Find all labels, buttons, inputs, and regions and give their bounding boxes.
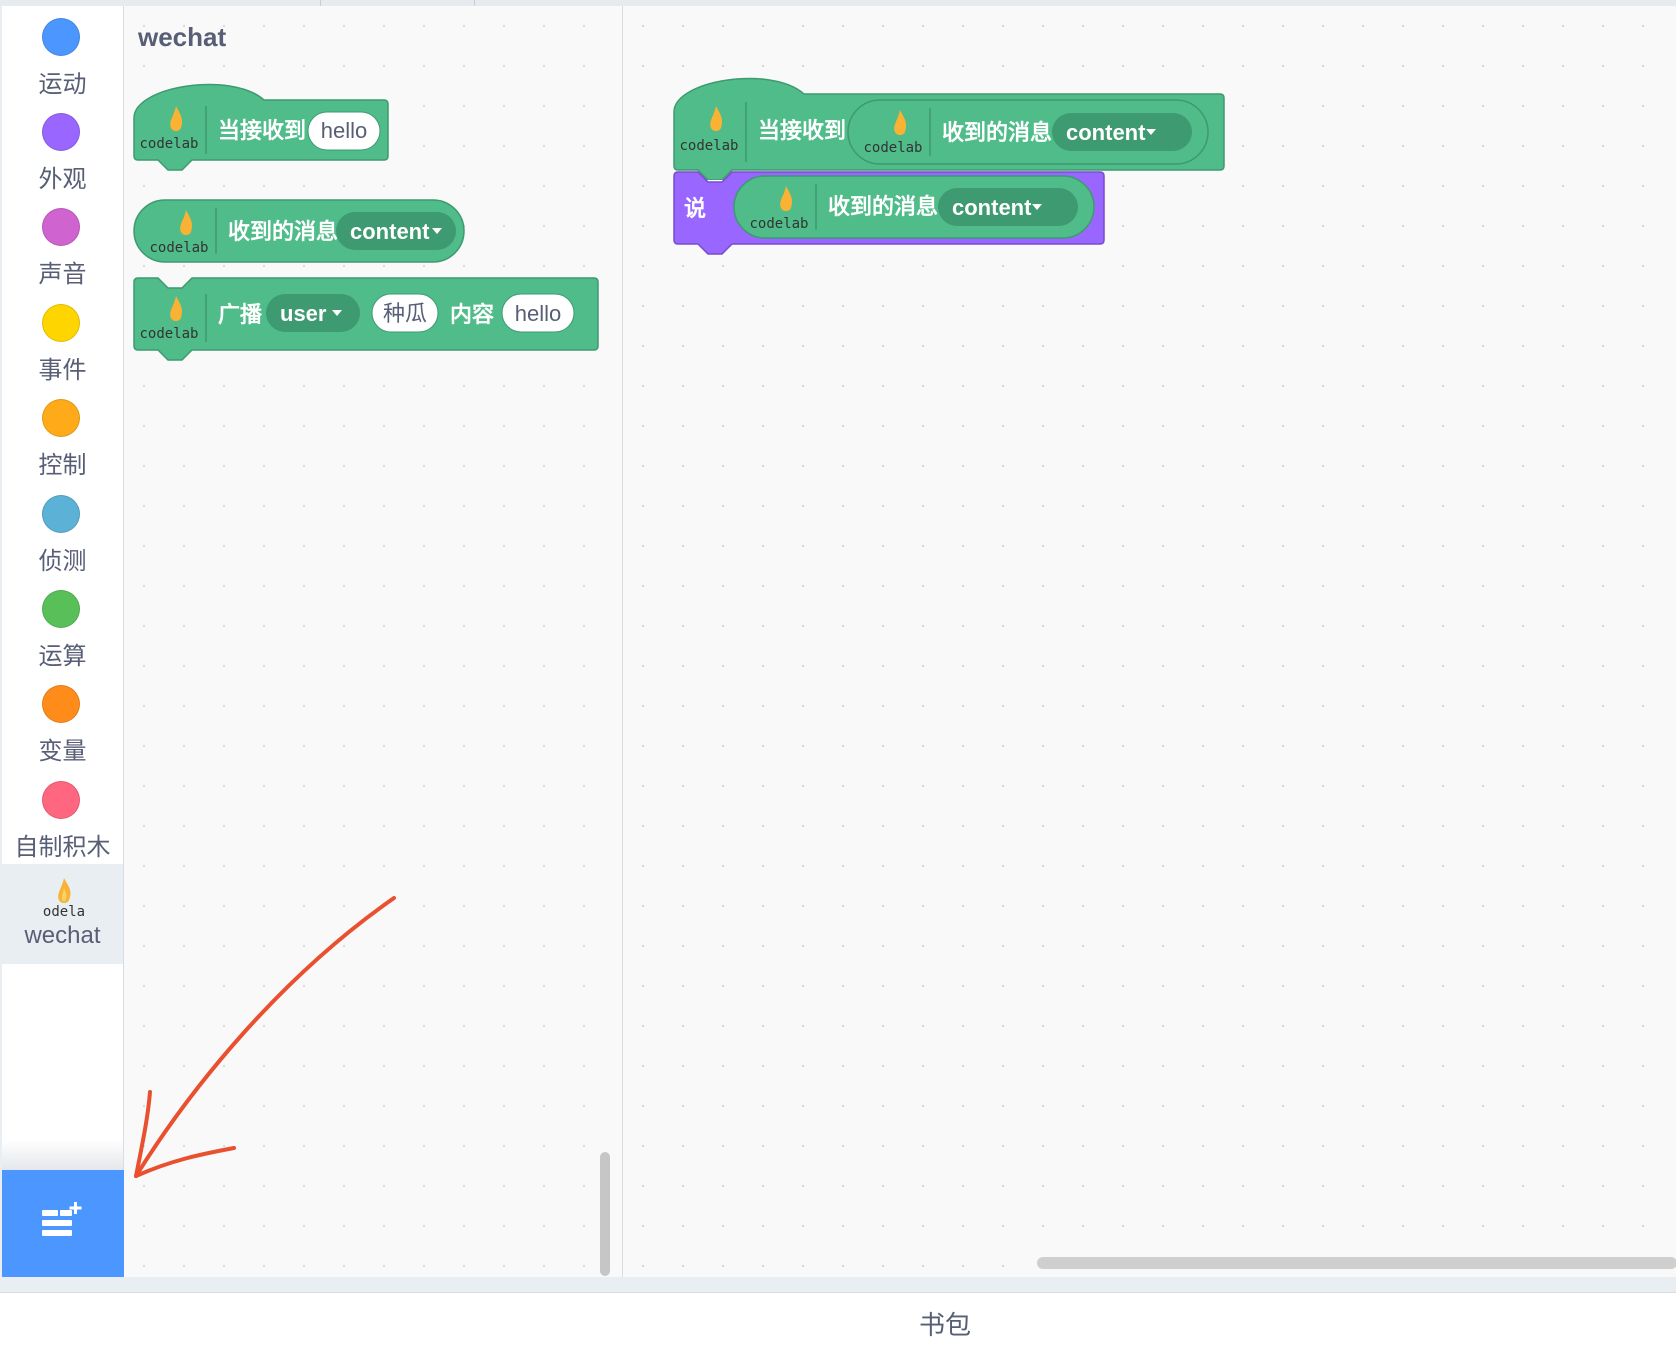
category-motion[interactable]: 运动 xyxy=(2,6,123,106)
sensing-dot-icon xyxy=(42,495,80,533)
block-palette: wechat codelab 当接收到 hello codelab 收到的消息 … xyxy=(124,6,624,1277)
backpack-label: 书包 xyxy=(918,1310,971,1340)
looks-dot-icon xyxy=(42,113,80,151)
variables-dot-icon xyxy=(42,685,80,723)
reporter-dropdown-value: content xyxy=(350,219,430,244)
sound-dot-icon xyxy=(42,208,80,246)
category-label: 声音 xyxy=(38,261,87,288)
annotation-arrow xyxy=(134,896,396,1178)
palette-hat-block[interactable]: codelab 当接收到 hello xyxy=(132,76,392,186)
category-label: 事件 xyxy=(38,357,87,384)
control-dot-icon xyxy=(42,399,80,437)
codelab-flame-icon: codelab xyxy=(42,878,86,920)
reporter-dropdown-value: content xyxy=(1066,120,1146,145)
codelab-logo-text: codelab xyxy=(863,140,922,156)
category-label: 侦测 xyxy=(38,548,87,575)
broadcast-dropdown-value: user xyxy=(280,301,327,326)
broadcast-input-2: hello xyxy=(515,301,561,326)
reporter-dropdown-value: content xyxy=(952,195,1032,220)
say-block-label: 说 xyxy=(684,196,706,221)
workspace-hat-block[interactable]: codelab 当接收到 codelab 收到的消息 content xyxy=(672,70,1232,180)
category-label: wechat xyxy=(24,922,101,949)
backpack-panel[interactable]: 书包 xyxy=(0,1292,1676,1349)
category-label: 运算 xyxy=(38,643,87,670)
add-extension-button[interactable] xyxy=(2,1170,124,1277)
codelab-logo-text: codelab xyxy=(749,216,808,232)
code-workspace[interactable]: codelab 当接收到 codelab 收到的消息 content 说 cod… xyxy=(623,6,1676,1277)
category-wechat[interactable]: codelab wechat xyxy=(2,864,123,964)
category-operators[interactable]: 运算 xyxy=(2,578,123,678)
hat-block-input: hello xyxy=(321,118,367,143)
reporter-block-label: 收到的消息 xyxy=(942,120,1052,145)
broadcast-block-label: 广播 xyxy=(218,302,263,327)
reporter-block-label: 收到的消息 xyxy=(828,194,938,219)
category-sensing[interactable]: 侦测 xyxy=(2,483,123,583)
palette-category-title: wechat xyxy=(138,22,227,52)
codelab-logo-text: codelab xyxy=(149,240,208,256)
menu-fade xyxy=(2,1140,123,1170)
codelab-logo-text: codelab xyxy=(139,136,198,152)
operators-dot-icon xyxy=(42,590,80,628)
hat-block-label: 当接收到 xyxy=(758,118,846,143)
add-extension-icon xyxy=(42,1202,82,1236)
workspace-horizontal-scrollbar[interactable] xyxy=(1037,1257,1676,1269)
events-dot-icon xyxy=(42,304,80,342)
category-sound[interactable]: 声音 xyxy=(2,196,123,296)
workspace-say-block[interactable]: 说 codelab 收到的消息 content xyxy=(672,170,1112,266)
category-variables[interactable]: 变量 xyxy=(2,673,123,773)
category-label: 自制积木 xyxy=(14,834,111,861)
palette-broadcast-block[interactable]: codelab 广播 user 种瓜 内容 hello xyxy=(132,276,602,370)
hat-block-label: 当接收到 xyxy=(218,118,306,143)
codelab-logo-text: codelab xyxy=(42,904,86,920)
palette-reporter-block[interactable]: codelab 收到的消息 content xyxy=(132,198,472,268)
category-my-blocks[interactable]: 自制积木 xyxy=(2,769,123,869)
codelab-logo-text: codelab xyxy=(139,326,198,342)
broadcast-input-1: 种瓜 xyxy=(383,301,427,326)
motion-dot-icon xyxy=(42,18,80,56)
category-looks[interactable]: 外观 xyxy=(2,101,123,201)
category-menu: 运动 外观 声音 事件 控制 侦测 运算 变量 自制积木 codelab wec xyxy=(2,6,124,1277)
reporter-block-label: 收到的消息 xyxy=(228,219,338,244)
category-control[interactable]: 控制 xyxy=(2,387,123,487)
category-label: 控制 xyxy=(38,452,87,479)
category-label: 变量 xyxy=(38,738,87,765)
category-events[interactable]: 事件 xyxy=(2,292,123,392)
myblocks-dot-icon xyxy=(42,781,80,819)
category-label: 运动 xyxy=(38,71,87,98)
broadcast-block-label-2: 内容 xyxy=(450,302,494,327)
codelab-logo-text: codelab xyxy=(679,138,738,154)
palette-scrollbar[interactable] xyxy=(600,1152,610,1276)
category-label: 外观 xyxy=(38,166,87,193)
